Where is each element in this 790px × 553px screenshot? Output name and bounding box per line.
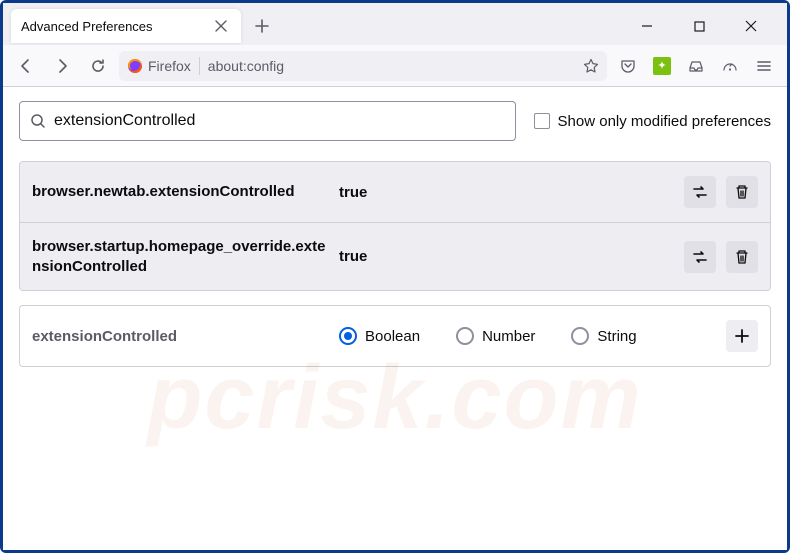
- toolbar: Firefox about:config ✦: [3, 45, 787, 87]
- radio-boolean[interactable]: Boolean: [339, 327, 420, 345]
- toggle-button[interactable]: [684, 176, 716, 208]
- add-pref-name: extensionControlled: [32, 328, 327, 345]
- app-menu-icon[interactable]: [749, 51, 779, 81]
- checkbox-label: Show only modified preferences: [558, 113, 771, 130]
- preferences-table: browser.newtab.extensionControlled true …: [19, 161, 771, 291]
- radio-label: String: [597, 328, 636, 345]
- show-modified-checkbox[interactable]: Show only modified preferences: [534, 113, 771, 130]
- tab-strip: Advanced Preferences: [3, 3, 787, 45]
- pref-name: browser.startup.homepage_override.extens…: [32, 237, 327, 276]
- close-tab-icon[interactable]: [211, 16, 231, 36]
- radio-string[interactable]: String: [571, 327, 636, 345]
- radio-icon: [339, 327, 357, 345]
- radio-number[interactable]: Number: [456, 327, 535, 345]
- url-text: about:config: [208, 58, 575, 74]
- browser-tab[interactable]: Advanced Preferences: [11, 9, 241, 43]
- firefox-icon: [127, 58, 143, 74]
- bookmark-star-icon[interactable]: [583, 58, 599, 74]
- type-radio-group: Boolean Number String: [339, 327, 714, 345]
- window-close[interactable]: [733, 11, 769, 41]
- pref-name: browser.newtab.extensionControlled: [32, 182, 327, 202]
- search-icon: [30, 113, 46, 129]
- identity-label: Firefox: [148, 58, 191, 74]
- add-pref-row: extensionControlled Boolean Number Strin…: [19, 305, 771, 367]
- search-box[interactable]: [19, 101, 516, 141]
- delete-button[interactable]: [726, 176, 758, 208]
- forward-button[interactable]: [47, 51, 77, 81]
- identity-box[interactable]: Firefox: [127, 58, 191, 74]
- radio-icon: [571, 327, 589, 345]
- add-button[interactable]: [726, 320, 758, 352]
- window-minimize[interactable]: [629, 11, 665, 41]
- reload-button[interactable]: [83, 51, 113, 81]
- search-input[interactable]: [54, 112, 505, 130]
- tab-title: Advanced Preferences: [21, 19, 211, 34]
- radio-label: Boolean: [365, 328, 420, 345]
- radio-icon: [456, 327, 474, 345]
- window-maximize[interactable]: [681, 11, 717, 41]
- inbox-icon[interactable]: [681, 51, 711, 81]
- toggle-button[interactable]: [684, 241, 716, 273]
- extension-icon[interactable]: ✦: [647, 51, 677, 81]
- pref-value: true: [339, 184, 672, 201]
- back-button[interactable]: [11, 51, 41, 81]
- content-area: Show only modified preferences browser.n…: [3, 87, 787, 550]
- checkbox-icon: [534, 113, 550, 129]
- separator: [199, 57, 200, 75]
- pref-value: true: [339, 248, 672, 265]
- dashboard-icon[interactable]: [715, 51, 745, 81]
- new-tab-button[interactable]: [247, 11, 277, 41]
- pocket-icon[interactable]: [613, 51, 643, 81]
- pref-row[interactable]: browser.startup.homepage_override.extens…: [20, 222, 770, 290]
- delete-button[interactable]: [726, 241, 758, 273]
- pref-row[interactable]: browser.newtab.extensionControlled true: [20, 162, 770, 222]
- radio-label: Number: [482, 328, 535, 345]
- url-bar[interactable]: Firefox about:config: [119, 51, 607, 81]
